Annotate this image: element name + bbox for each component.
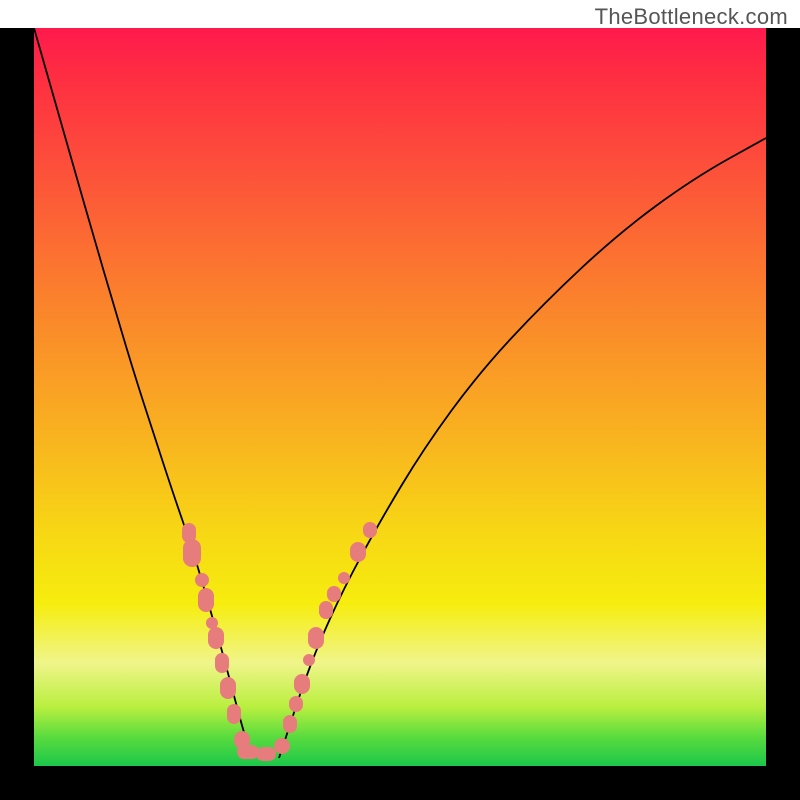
marker-dot	[308, 627, 324, 649]
marker-dot	[256, 747, 276, 761]
marker-dot	[350, 542, 366, 562]
marker-dot	[338, 572, 350, 584]
marker-dot	[327, 586, 341, 602]
marker-dot	[363, 522, 377, 538]
marker-dot	[215, 653, 229, 673]
curve-left-branch	[34, 28, 252, 758]
marker-dot	[319, 601, 333, 619]
plot-area	[34, 28, 766, 766]
marker-dot	[198, 588, 214, 612]
curve-layer	[34, 28, 766, 766]
marker-dot	[274, 738, 290, 754]
marker-dot	[227, 704, 241, 724]
marker-dot	[303, 654, 315, 666]
watermark-text: TheBottleneck.com	[595, 4, 788, 30]
marker-dot	[220, 677, 236, 699]
marker-dot	[183, 539, 201, 567]
page-root: TheBottleneck.com	[0, 0, 800, 800]
plot-frame	[0, 28, 800, 800]
marker-dot	[208, 627, 224, 649]
marker-dot	[289, 696, 303, 712]
marker-dot	[283, 715, 297, 733]
marker-dot	[195, 573, 209, 587]
marker-dot	[294, 674, 310, 694]
curve-right-branch	[279, 138, 766, 758]
